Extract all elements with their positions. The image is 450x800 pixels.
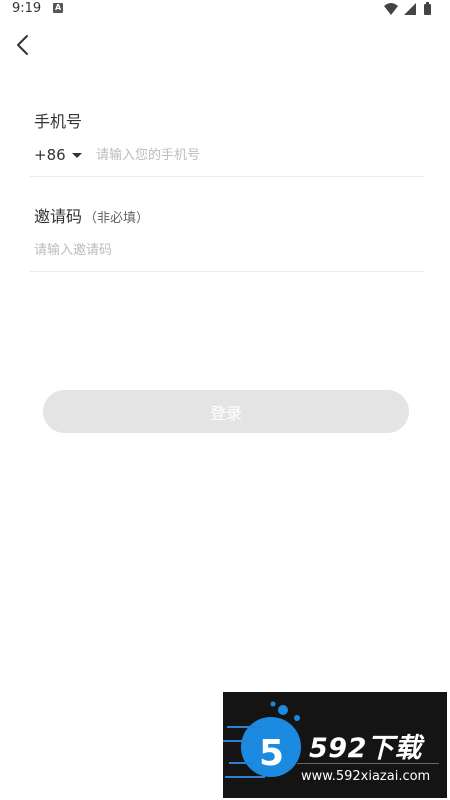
notification-icon-glyph: A bbox=[55, 3, 62, 12]
login-button[interactable]: 登录 bbox=[43, 390, 409, 433]
chevron-left-icon bbox=[17, 35, 28, 55]
invite-code-input[interactable] bbox=[30, 237, 418, 263]
invite-label-group: 邀请码 （非必填） bbox=[34, 203, 149, 227]
invite-divider bbox=[30, 271, 424, 272]
watermark-divider bbox=[297, 763, 439, 764]
invite-optional-note: （非必填） bbox=[84, 211, 150, 226]
status-bar: 9:19 A bbox=[0, 0, 450, 20]
phone-divider bbox=[30, 176, 424, 177]
watermark-title: 592下载 bbox=[309, 733, 422, 764]
watermark: 5 592下载 www.592xiazai.com bbox=[223, 692, 447, 798]
battery-icon bbox=[424, 2, 431, 15]
back-button[interactable] bbox=[10, 32, 36, 58]
watermark-logo-icon: 5 bbox=[223, 701, 301, 778]
caret-down-icon bbox=[71, 152, 82, 158]
watermark-url: www.592xiazai.com bbox=[301, 769, 431, 784]
system-status-icons bbox=[384, 2, 431, 15]
signal-icon bbox=[404, 3, 416, 15]
invite-label: 邀请码 bbox=[34, 207, 83, 226]
status-time: 9:19 bbox=[12, 1, 42, 16]
svg-text:5: 5 bbox=[259, 733, 284, 774]
phone-label: 手机号 bbox=[34, 112, 83, 131]
phone-input[interactable] bbox=[92, 142, 420, 168]
country-code-value: +86 bbox=[34, 146, 66, 164]
wifi-icon bbox=[384, 3, 398, 15]
country-code-selector[interactable]: +86 bbox=[34, 146, 82, 164]
